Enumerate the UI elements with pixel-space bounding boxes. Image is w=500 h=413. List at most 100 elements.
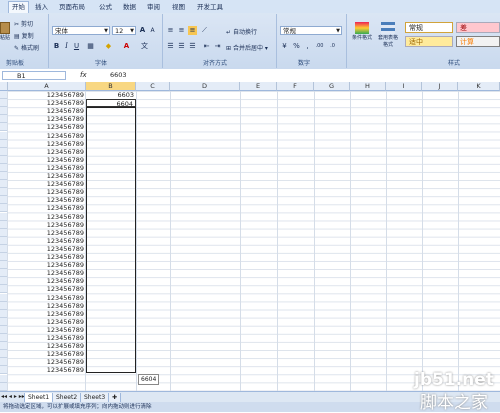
row-header[interactable]: [0, 163, 7, 172]
column-header-b[interactable]: B: [86, 82, 136, 91]
column-header-i[interactable]: I: [386, 82, 422, 91]
row-header[interactable]: [0, 212, 7, 221]
row-header[interactable]: [0, 123, 7, 132]
italic-button[interactable]: I: [62, 42, 71, 51]
row-header[interactable]: [0, 277, 7, 286]
font-color-icon[interactable]: A: [122, 42, 131, 51]
style-good[interactable]: 适中: [405, 36, 453, 47]
column-header-j[interactable]: J: [422, 82, 458, 91]
cell-a[interactable]: 123456789: [8, 115, 85, 123]
row-header[interactable]: [0, 350, 7, 359]
row-header[interactable]: [0, 147, 7, 156]
number-format-select[interactable]: 常规 ▼: [280, 26, 342, 35]
tab-insert[interactable]: 插入: [32, 2, 51, 13]
row-header[interactable]: [0, 236, 7, 245]
cell-a[interactable]: 123456789: [8, 326, 85, 334]
row-header[interactable]: [0, 325, 7, 334]
fx-icon[interactable]: fx: [80, 71, 87, 79]
format-painter-button[interactable]: ✎ 格式刷: [14, 43, 39, 52]
cell-b2[interactable]: 6604: [86, 99, 136, 108]
cell-a[interactable]: 123456789: [8, 148, 85, 156]
cell-a[interactable]: 123456789: [8, 350, 85, 358]
tab-developer[interactable]: 开发工具: [194, 2, 226, 13]
column-header-c[interactable]: C: [136, 82, 170, 91]
tab-home[interactable]: 开始: [8, 1, 29, 13]
row-header[interactable]: [0, 155, 7, 164]
select-all-corner[interactable]: [0, 82, 8, 91]
row-header[interactable]: [0, 99, 7, 108]
cell-a[interactable]: 123456789: [8, 188, 85, 196]
paste-button[interactable]: 粘贴: [0, 22, 10, 41]
align-center-icon[interactable]: ☰: [177, 42, 186, 51]
row-header[interactable]: [0, 91, 7, 100]
row-header[interactable]: [0, 317, 7, 326]
row-header[interactable]: [0, 293, 7, 302]
format-as-table-button[interactable]: 套用表格格式: [376, 22, 400, 48]
column-header-d[interactable]: D: [170, 82, 240, 91]
cell-a[interactable]: 123456789: [8, 245, 85, 253]
tab-data[interactable]: 数据: [120, 2, 139, 13]
cell-a[interactable]: 123456789: [8, 253, 85, 261]
cell-a[interactable]: 123456789: [8, 172, 85, 180]
column-header-a[interactable]: A: [8, 82, 86, 91]
cell-a[interactable]: 123456789: [8, 123, 85, 131]
style-bad[interactable]: 差: [456, 22, 500, 33]
row-header[interactable]: [0, 269, 7, 278]
align-bottom-icon[interactable]: ≡: [188, 26, 197, 35]
cell-a[interactable]: 123456789: [8, 107, 85, 115]
cell-a[interactable]: 123456789: [8, 140, 85, 148]
tab-view[interactable]: 视图: [169, 2, 188, 13]
align-top-icon[interactable]: ≡: [166, 26, 175, 35]
row-header[interactable]: [0, 172, 7, 181]
row-header[interactable]: [0, 139, 7, 148]
cell-a[interactable]: 123456789: [8, 221, 85, 229]
row-header[interactable]: [0, 382, 7, 391]
cell-a[interactable]: 123456789: [8, 334, 85, 342]
row-header[interactable]: [0, 285, 7, 294]
font-name-select[interactable]: 宋体 ▼: [52, 26, 110, 35]
cell-a[interactable]: 123456789: [8, 99, 85, 107]
row-header[interactable]: [0, 366, 7, 375]
cell-a[interactable]: 123456789: [8, 156, 85, 164]
cell-a[interactable]: 123456789: [8, 261, 85, 269]
row-header[interactable]: [0, 301, 7, 310]
decrease-decimal-icon[interactable]: .0: [328, 42, 337, 51]
cell-a[interactable]: 123456789: [8, 310, 85, 318]
cell-a[interactable]: 123456789: [8, 132, 85, 140]
row-header[interactable]: [0, 115, 7, 124]
border-icon[interactable]: ▦: [86, 42, 95, 51]
cell-a[interactable]: 123456789: [8, 180, 85, 188]
name-box[interactable]: B1: [2, 71, 66, 80]
formula-input[interactable]: 6603: [92, 71, 498, 80]
tab-formulas[interactable]: 公式: [96, 2, 115, 13]
column-header-k[interactable]: K: [458, 82, 500, 91]
underline-button[interactable]: U: [72, 42, 81, 51]
row-header[interactable]: [0, 196, 7, 205]
row-header[interactable]: [0, 228, 7, 237]
cell-a[interactable]: 123456789: [8, 196, 85, 204]
cell-a[interactable]: 123456789: [8, 237, 85, 245]
bold-button[interactable]: B: [52, 42, 61, 51]
cell-a[interactable]: 123456789: [8, 164, 85, 172]
cell-b1[interactable]: 6603: [86, 91, 136, 99]
align-left-icon[interactable]: ☰: [166, 42, 175, 51]
row-header[interactable]: [0, 309, 7, 318]
comma-icon[interactable]: ,: [303, 42, 312, 51]
font-size-select[interactable]: 12 ▼: [112, 26, 136, 35]
cell-a[interactable]: 123456789: [8, 213, 85, 221]
wrap-text-button[interactable]: ↵ 自动换行: [226, 27, 257, 36]
align-middle-icon[interactable]: ≡: [177, 26, 186, 35]
increase-decimal-icon[interactable]: .00: [315, 42, 324, 51]
tab-review[interactable]: 审阅: [144, 2, 163, 13]
cell-a[interactable]: 123456789: [8, 277, 85, 285]
column-header-f[interactable]: F: [277, 82, 314, 91]
column-header-e[interactable]: E: [240, 82, 277, 91]
cell-a[interactable]: 123456789: [8, 269, 85, 277]
cell-a[interactable]: 123456789: [8, 318, 85, 326]
currency-icon[interactable]: ¥: [280, 42, 289, 51]
merge-center-button[interactable]: ⊞ 合并后居中 ▾: [226, 43, 268, 52]
copy-button[interactable]: ▤ 复制: [14, 31, 34, 40]
cell-a[interactable]: 123456789: [8, 358, 85, 366]
row-header[interactable]: [0, 107, 7, 116]
fill-color-icon[interactable]: ◆: [104, 42, 113, 51]
